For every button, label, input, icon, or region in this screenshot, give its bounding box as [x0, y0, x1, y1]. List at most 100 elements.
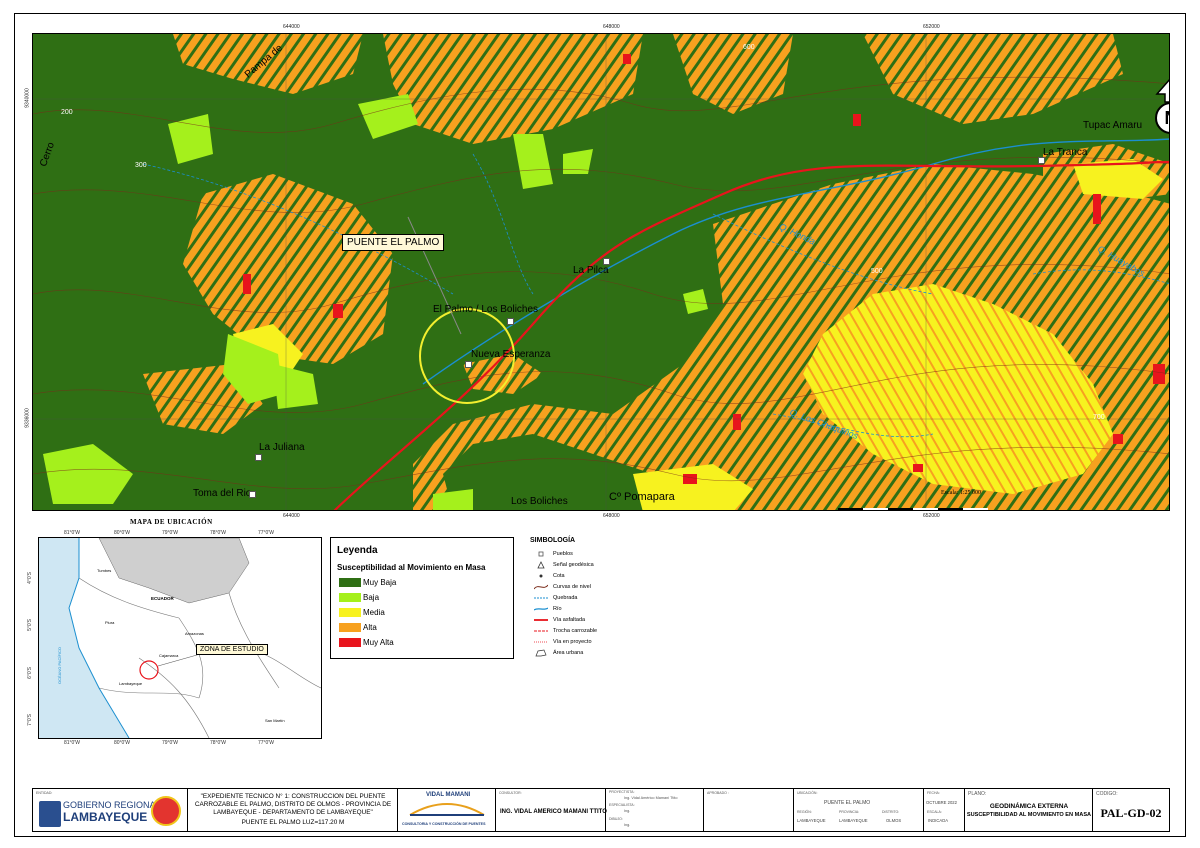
elevation-icon: [534, 572, 548, 580]
place-toma-del-rio: Toma del Rio: [193, 488, 252, 499]
town-marker: [255, 454, 262, 461]
town-marker: [465, 361, 472, 368]
legend-swatch: [339, 578, 361, 587]
grid-x-label: 648000: [603, 24, 620, 30]
town-marker: [249, 491, 256, 498]
grid-x-label: 652000: [923, 24, 940, 30]
contour-line-icon: [533, 583, 549, 591]
place-tupac-amaru: Tupac Amaru: [1083, 120, 1143, 131]
date-cell: FECHA: OCTUBRE 2022 ESCALA: INDICADA: [924, 789, 965, 831]
place-la-pilca: La Pilca: [573, 265, 609, 276]
project-subtitle: PUENTE EL PALMO LUZ=117.20 M: [241, 819, 345, 826]
dirt-road-icon: [534, 627, 548, 635]
consultant-logo: VIDAL MAMANI: [426, 792, 471, 798]
loc-label-amazonas: Amazonas: [185, 631, 204, 636]
contour-label: 200: [61, 109, 73, 116]
plan-title: GEODINÁMICA EXTERNA: [989, 803, 1069, 810]
legend-swatch: [339, 623, 361, 632]
place-la-juliana: La Juliana: [259, 442, 305, 453]
bridge-logo-icon: [409, 803, 485, 816]
town-marker: [507, 318, 514, 325]
legend-title: Leyenda: [337, 545, 378, 556]
place-la-tranca: La Tranca: [1043, 147, 1088, 158]
lon-tick: 80°0'W: [114, 530, 131, 536]
town-marker: [603, 258, 610, 265]
consultant-cell: CONSULTOR: ING. VIDAL AMERICO MAMANI TTI…: [496, 789, 607, 831]
lon-tick: 79°0'W: [162, 740, 179, 746]
plan-subtitle: SUSCEPTIBILIDAD AL MOVIMIENTO EN MASA: [966, 812, 1092, 818]
urban-area-icon: [534, 649, 548, 657]
place-cerro-pomapara: Cº Pomapara: [609, 491, 675, 503]
loc-label-lambayeque: Lambayeque: [119, 681, 143, 686]
regional-emblem-icon: [151, 796, 181, 826]
legend-swatch: [339, 638, 361, 647]
lon-tick: 78°0'W: [210, 530, 227, 536]
consultant-logo-cell: VIDAL MAMANI CONSULTORIA Y CONSTRUCCIÓN …: [398, 789, 496, 831]
grid-x-label: 648000: [603, 513, 620, 519]
legend-label: Alta: [363, 623, 377, 632]
lat-tick: 6°0'S: [26, 667, 33, 679]
legend-label: Muy Alta: [363, 638, 394, 647]
loc-label-san-martin: San Martín: [265, 718, 285, 723]
town-marker: [1038, 157, 1045, 164]
grid-x-label: 652000: [923, 513, 940, 519]
project-title: "EXPEDIENTE TECNICO N° 1: CONSTRUCCION D…: [194, 793, 392, 816]
loc-label-cajamarca: Cajamarca: [159, 653, 179, 658]
contour-label: 600: [743, 44, 755, 51]
consultant-tagline: CONSULTORIA Y CONSTRUCCIÓN DE PUENTES: [402, 822, 486, 826]
legend-swatch: [339, 608, 361, 617]
lambayeque-shield-icon: [39, 801, 61, 827]
bridge-callout[interactable]: PUENTE EL PALMO: [342, 234, 445, 251]
study-zone-label[interactable]: ZONA DE ESTUDIO: [196, 644, 268, 655]
legend-label: Media: [363, 608, 385, 617]
susceptibility-map[interactable]: 200 300 400 500 600 700 PUENTE EL PALMO …: [32, 33, 1170, 511]
contour-label: 300: [135, 162, 147, 169]
grid-x-label: 644000: [283, 24, 300, 30]
location-cell: UBICACIÓN: PUENTE EL PALMO REGIÓN: LAMBA…: [794, 789, 924, 831]
loc-label-tumbes: Tumbes: [97, 568, 112, 573]
paved-road-icon: [534, 616, 548, 624]
lat-tick: 4°0'S: [26, 572, 33, 584]
lon-tick: 78°0'W: [210, 740, 227, 746]
project-cell: "EXPEDIENTE TECNICO N° 1: CONSTRUCCION D…: [188, 789, 398, 831]
loc-label-ecuador: ECUADOR: [151, 596, 174, 601]
planned-road-icon: [534, 638, 548, 646]
scale-text: Escala: 1:25 000: [941, 490, 981, 496]
creek-line-icon: [534, 594, 548, 602]
place-nueva-esperanza: Nueva Esperanza: [471, 349, 551, 360]
loc-label-piura: Piura: [105, 620, 115, 625]
lon-tick: 79°0'W: [162, 530, 179, 536]
lat-tick: 7°0'S: [26, 714, 33, 726]
drawing-code: PAL-GD-02: [1100, 806, 1162, 820]
place-el-palmo: El Palmo / Los Boliches: [433, 304, 539, 315]
entity-name-line1: GOBIERNO REGIONAL: [63, 800, 161, 810]
location-map[interactable]: ECUADOR Tumbes Piura Amazonas Cajamarca …: [38, 537, 322, 739]
entity-name-line2: LAMBAYEQUE: [63, 810, 148, 824]
lon-tick: 81°0'W: [64, 740, 81, 746]
lon-tick: 77°0'W: [258, 740, 275, 746]
north-arrow-icon: N: [1151, 76, 1171, 136]
plan-cell: PLANO: GEODINÁMICA EXTERNA SUSCEPTIBILID…: [965, 789, 1093, 831]
legend-panel: Leyenda Susceptibilidad al Movimiento en…: [330, 537, 514, 659]
grid-y-label: 9340000: [24, 88, 31, 108]
legend-label: Baja: [363, 593, 380, 602]
contour-label: 700: [1093, 414, 1105, 421]
place-los-boliches: Los Boliches: [511, 496, 568, 507]
lon-tick: 81°0'W: [64, 530, 81, 536]
symbology-panel: SIMBOLOGÍA Pueblos Señal geodésica Cota …: [530, 537, 598, 657]
grid-x-label: 644000: [283, 513, 300, 519]
river-line-icon: [533, 605, 549, 613]
lon-tick: 77°0'W: [258, 530, 275, 536]
contour-label: 500: [871, 268, 883, 275]
grid-y-label: 9336000: [24, 408, 31, 428]
lon-tick: 80°0'W: [114, 740, 131, 746]
svg-text:N: N: [1165, 108, 1171, 128]
proyectista-cell: PROYECTISTA: Ing. Vidal Américo Mamani T…: [606, 789, 704, 831]
loc-label-ocean: OCÉANO PACÍFICO: [57, 646, 63, 685]
location-map-title: MAPA DE UBICACIÓN: [130, 518, 213, 526]
town-icon: [534, 550, 548, 558]
code-cell: CODIGO: PAL-GD-02: [1093, 789, 1169, 831]
location-map-canvas: [39, 538, 321, 738]
legend-swatch: [339, 593, 361, 602]
consultant-name: ING. VIDAL AMERICO MAMANI TTITO: [500, 809, 607, 815]
